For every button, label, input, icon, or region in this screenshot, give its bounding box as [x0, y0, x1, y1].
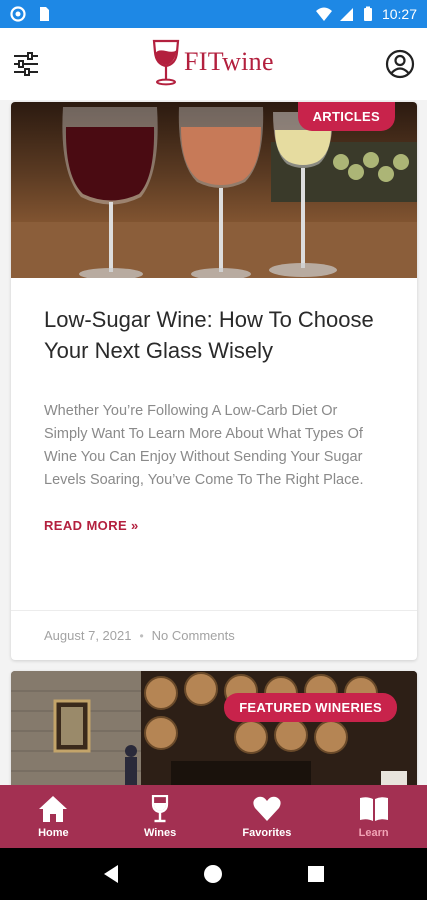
article-date: August 7, 2021 — [44, 628, 132, 643]
winery-cellar-illustration — [11, 671, 417, 785]
article-feed[interactable]: ARTICLES Low-Sugar Wine: How To Choose Y… — [0, 100, 427, 785]
logo-text: FITwine — [184, 47, 274, 76]
home-circle-icon[interactable] — [202, 863, 224, 885]
heart-icon — [253, 796, 281, 821]
tab-label: Home — [38, 826, 69, 839]
category-badge[interactable]: FEATURED WINERIES — [224, 693, 397, 722]
book-icon — [359, 796, 388, 821]
recents-square-icon[interactable] — [305, 863, 327, 885]
read-more-link[interactable]: READ MORE » — [44, 518, 139, 533]
article-body: Low-Sugar Wine: How To Choose Your Next … — [11, 278, 417, 535]
system-navigation-bar — [0, 848, 427, 900]
tab-label: Wines — [143, 826, 177, 839]
tab-label: Learn — [358, 826, 389, 839]
article-comments[interactable]: No Comments — [152, 628, 235, 643]
status-time: 10:27 — [381, 6, 417, 22]
tab-favorites[interactable]: Favorites — [214, 785, 321, 848]
tab-home[interactable]: Home — [0, 785, 107, 848]
status-bar: 10:27 — [0, 0, 427, 28]
app-header: FITwine — [0, 28, 427, 100]
signal-icon — [339, 8, 353, 21]
sliders-icon — [14, 52, 38, 76]
wine-glass-icon — [152, 794, 169, 822]
app-logo[interactable]: FITwine — [150, 38, 274, 86]
category-badge[interactable]: ARTICLES — [297, 102, 395, 131]
tab-label: Favorites — [242, 826, 292, 839]
notification-circle-icon — [10, 6, 26, 22]
user-account-icon — [385, 49, 415, 79]
tab-wines[interactable]: Wines — [107, 785, 214, 848]
article-image[interactable]: FEATURED WINERIES — [11, 671, 417, 785]
article-card[interactable]: FEATURED WINERIES — [11, 671, 417, 785]
home-icon — [39, 795, 68, 822]
bottom-tab-bar: Home Wines Favorites Learn — [0, 785, 427, 848]
back-icon[interactable] — [100, 863, 122, 885]
sd-card-icon — [40, 7, 49, 21]
article-meta: August 7, 2021 • No Comments — [11, 610, 417, 660]
battery-icon — [363, 6, 372, 21]
wifi-icon — [315, 7, 332, 21]
article-image[interactable]: ARTICLES — [11, 102, 417, 278]
tab-learn[interactable]: Learn — [320, 785, 427, 848]
meta-separator: • — [139, 628, 144, 643]
article-excerpt: Whether You’re Following A Low-Carb Diet… — [44, 403, 364, 488]
wine-glass-logo-icon — [152, 39, 180, 86]
article-card[interactable]: ARTICLES Low-Sugar Wine: How To Choose Y… — [11, 102, 417, 660]
filter-button[interactable] — [12, 50, 40, 78]
article-title[interactable]: Low-Sugar Wine: How To Choose Your Next … — [44, 304, 384, 366]
account-button[interactable] — [385, 49, 415, 79]
